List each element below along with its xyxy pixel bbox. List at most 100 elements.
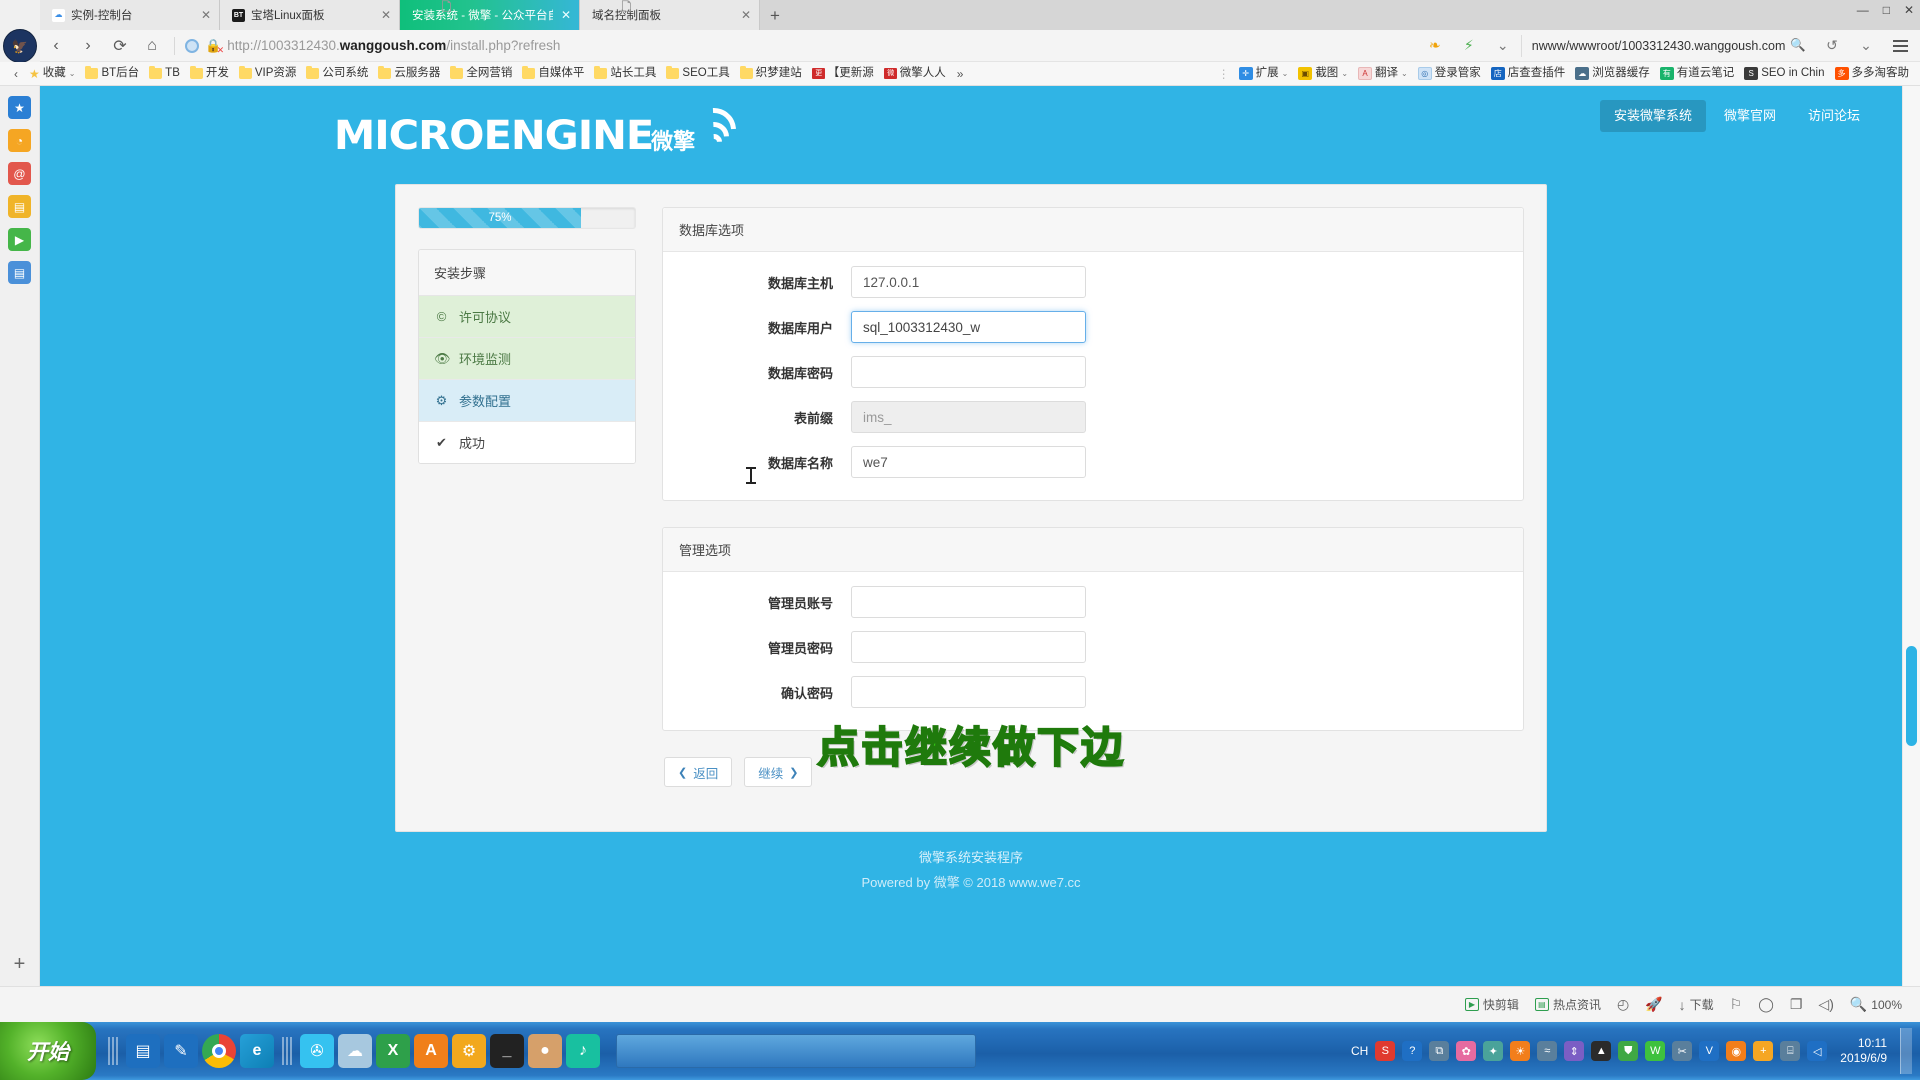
step-license[interactable]: © 许可协议 [419, 296, 635, 338]
back-button[interactable]: ❮ 返回 [664, 757, 733, 787]
close-window-button[interactable]: ✕ [1904, 4, 1914, 16]
bookmarks-overflow-icon[interactable]: » [951, 67, 970, 81]
back-icon[interactable]: ‹ [40, 30, 72, 62]
chrome-icon[interactable] [202, 1034, 236, 1068]
history-panel-icon[interactable]: ◔ [8, 129, 31, 152]
db-password-input[interactable] [851, 356, 1086, 388]
shop-check-button[interactable]: 店店查查插件 [1486, 63, 1571, 85]
maximize-button[interactable]: □ [1883, 4, 1890, 16]
seo-button[interactable]: S SEO in Chin [1739, 63, 1829, 85]
admin-password-input[interactable] [851, 631, 1086, 663]
video-panel-icon[interactable]: ▶ [8, 228, 31, 251]
browser-tab-3-active[interactable]: 🗋 安装系统 - 微擎 - 公众平台自助 ✕ [400, 0, 580, 30]
drag-grip[interactable] [282, 1037, 292, 1065]
shield-icon[interactable]: ⛊ [1618, 1041, 1639, 1061]
dropbox-icon[interactable]: ☁ [338, 1034, 372, 1068]
bookmark-folder[interactable]: 织梦建站 [735, 63, 807, 85]
status-rocket[interactable]: 🚀 [1637, 994, 1670, 1016]
login-manager-button[interactable]: ◎ 登录管家 [1413, 63, 1486, 85]
usb-icon[interactable]: ⇕ [1564, 1041, 1585, 1061]
nav-install-system[interactable]: 安装微擎系统 [1599, 100, 1706, 132]
history-icon[interactable]: ↺ [1816, 30, 1848, 62]
bookmark-folder[interactable]: 站长工具 [589, 63, 661, 85]
scrollbar-thumb[interactable] [1906, 646, 1917, 746]
excel-icon[interactable]: X [376, 1034, 410, 1068]
drag-grip[interactable] [108, 1037, 118, 1065]
cloud-v-icon[interactable]: V [1699, 1041, 1720, 1061]
continue-button[interactable]: 继续 ❯ [744, 757, 813, 787]
input-language-indicator[interactable]: CH [1351, 1044, 1368, 1058]
screenshot-button[interactable]: ▣ 截图 ⌄ [1293, 63, 1353, 85]
show-desktop-button[interactable] [1900, 1028, 1912, 1074]
extensions-button[interactable]: ✛ 扩展 ⌄ [1234, 63, 1294, 85]
address-bar[interactable]: 🔒 ✕ http://1003312430.wanggoush.com/insta… [181, 30, 1419, 62]
bookmark-favorites[interactable]: ★ 收藏 ⌄ [24, 63, 80, 85]
volume-icon[interactable]: ◁ [1807, 1041, 1828, 1061]
add-icon[interactable]: + [1753, 1041, 1774, 1061]
paint-icon[interactable]: ✦ [1483, 1041, 1504, 1061]
bookmark-folder[interactable]: 自媒体平 [517, 63, 589, 85]
bookmark-link[interactable]: 微微擎人人 [879, 63, 951, 85]
new-tab-button[interactable]: + [760, 2, 790, 30]
network-icon[interactable]: ⌸ [1780, 1041, 1801, 1061]
status-news[interactable]: ▤ 热点资讯 [1527, 994, 1609, 1016]
status-download[interactable]: ↓ 下载 [1671, 994, 1722, 1016]
bookmark-folder[interactable]: BT后台 [80, 63, 144, 85]
leaf-icon[interactable]: ❧ [1419, 30, 1451, 62]
chevron-down-icon-2[interactable]: ⌄ [1850, 30, 1882, 62]
close-icon[interactable]: ✕ [559, 8, 573, 22]
page-scrollbar[interactable] [1902, 86, 1920, 986]
taskbar-window-button[interactable] [616, 1034, 976, 1068]
bookmark-folder[interactable]: 开发 [185, 63, 234, 85]
bolt-icon[interactable]: ⚡ [1453, 30, 1485, 62]
status-scan[interactable]: ◯ [1750, 994, 1782, 1016]
bear-icon[interactable]: ● [528, 1034, 562, 1068]
confirm-password-input[interactable] [851, 676, 1086, 708]
forward-icon[interactable]: › [72, 30, 104, 62]
status-speed[interactable]: ◴ [1609, 994, 1637, 1016]
cache-button[interactable]: ☁ 浏览器缓存 [1570, 63, 1655, 85]
home-icon[interactable]: ⌂ [136, 30, 168, 62]
explorer-icon[interactable]: ✇ [300, 1034, 334, 1068]
menu-icon[interactable] [1884, 30, 1916, 62]
terminal-icon[interactable]: _ [490, 1034, 524, 1068]
octopus-icon[interactable]: ✿ [1456, 1041, 1477, 1061]
status-flag[interactable]: ⚐ [1722, 994, 1751, 1016]
flame-icon[interactable]: ◉ [1726, 1041, 1747, 1061]
taoke-button[interactable]: 多多多淘客助 [1830, 63, 1915, 85]
bird-icon[interactable]: ▲ [1591, 1041, 1612, 1061]
chevron-down-icon[interactable]: ⌄ [1487, 30, 1519, 62]
start-button[interactable]: 开始 [0, 1022, 96, 1080]
tool-icon[interactable]: ✂ [1672, 1041, 1693, 1061]
close-icon[interactable]: ✕ [379, 8, 393, 22]
music-icon[interactable]: ♪ [566, 1034, 600, 1068]
step-environment[interactable]: 👁 环境监测 [419, 338, 635, 380]
notepad-icon[interactable]: ✎ [164, 1034, 198, 1068]
at-panel-icon[interactable]: @ [8, 162, 31, 185]
close-icon[interactable]: ✕ [739, 8, 753, 22]
status-window[interactable]: ❐ [1782, 994, 1811, 1016]
sunny-icon[interactable]: ☀ [1510, 1041, 1531, 1061]
nav-official-site[interactable]: 微擎官网 [1710, 100, 1790, 132]
search-icon[interactable]: 🔍 [1790, 38, 1806, 53]
bookmark-link[interactable]: 更【更新源 [807, 63, 879, 85]
bookmarks-collapse-icon[interactable]: ‹ [8, 67, 24, 81]
window-stack-icon[interactable]: ⧉ [1429, 1041, 1450, 1061]
sogou-icon[interactable]: S [1375, 1041, 1396, 1061]
status-quick-edit[interactable]: ▶ 快剪辑 [1457, 994, 1527, 1016]
wechat-icon[interactable]: W [1645, 1041, 1666, 1061]
bookmark-folder[interactable]: 公司系统 [301, 63, 373, 85]
bookmark-star-panel-icon[interactable]: ★ [8, 96, 31, 119]
close-icon[interactable]: ✕ [199, 8, 213, 22]
shield-icon[interactable] [185, 38, 199, 53]
show-desktop-icon[interactable]: ▤ [126, 1034, 160, 1068]
settings-icon[interactable]: ⚙ [452, 1034, 486, 1068]
browser-tab-4[interactable]: 🗋 域名控制面板 ✕ [580, 0, 760, 30]
bookmark-folder[interactable]: SEO工具 [661, 63, 734, 85]
fish-icon[interactable]: ≈ [1537, 1041, 1558, 1061]
step-parameters[interactable]: ⚙ 参数配置 [419, 380, 635, 422]
search-box[interactable]: nwww/wwwroot/1003312430.wanggoush.com 🔍 [1520, 34, 1814, 57]
step-success[interactable]: ✔ 成功 [419, 422, 635, 463]
help-icon[interactable]: ? [1402, 1041, 1423, 1061]
notes-panel-icon[interactable]: ▤ [8, 195, 31, 218]
